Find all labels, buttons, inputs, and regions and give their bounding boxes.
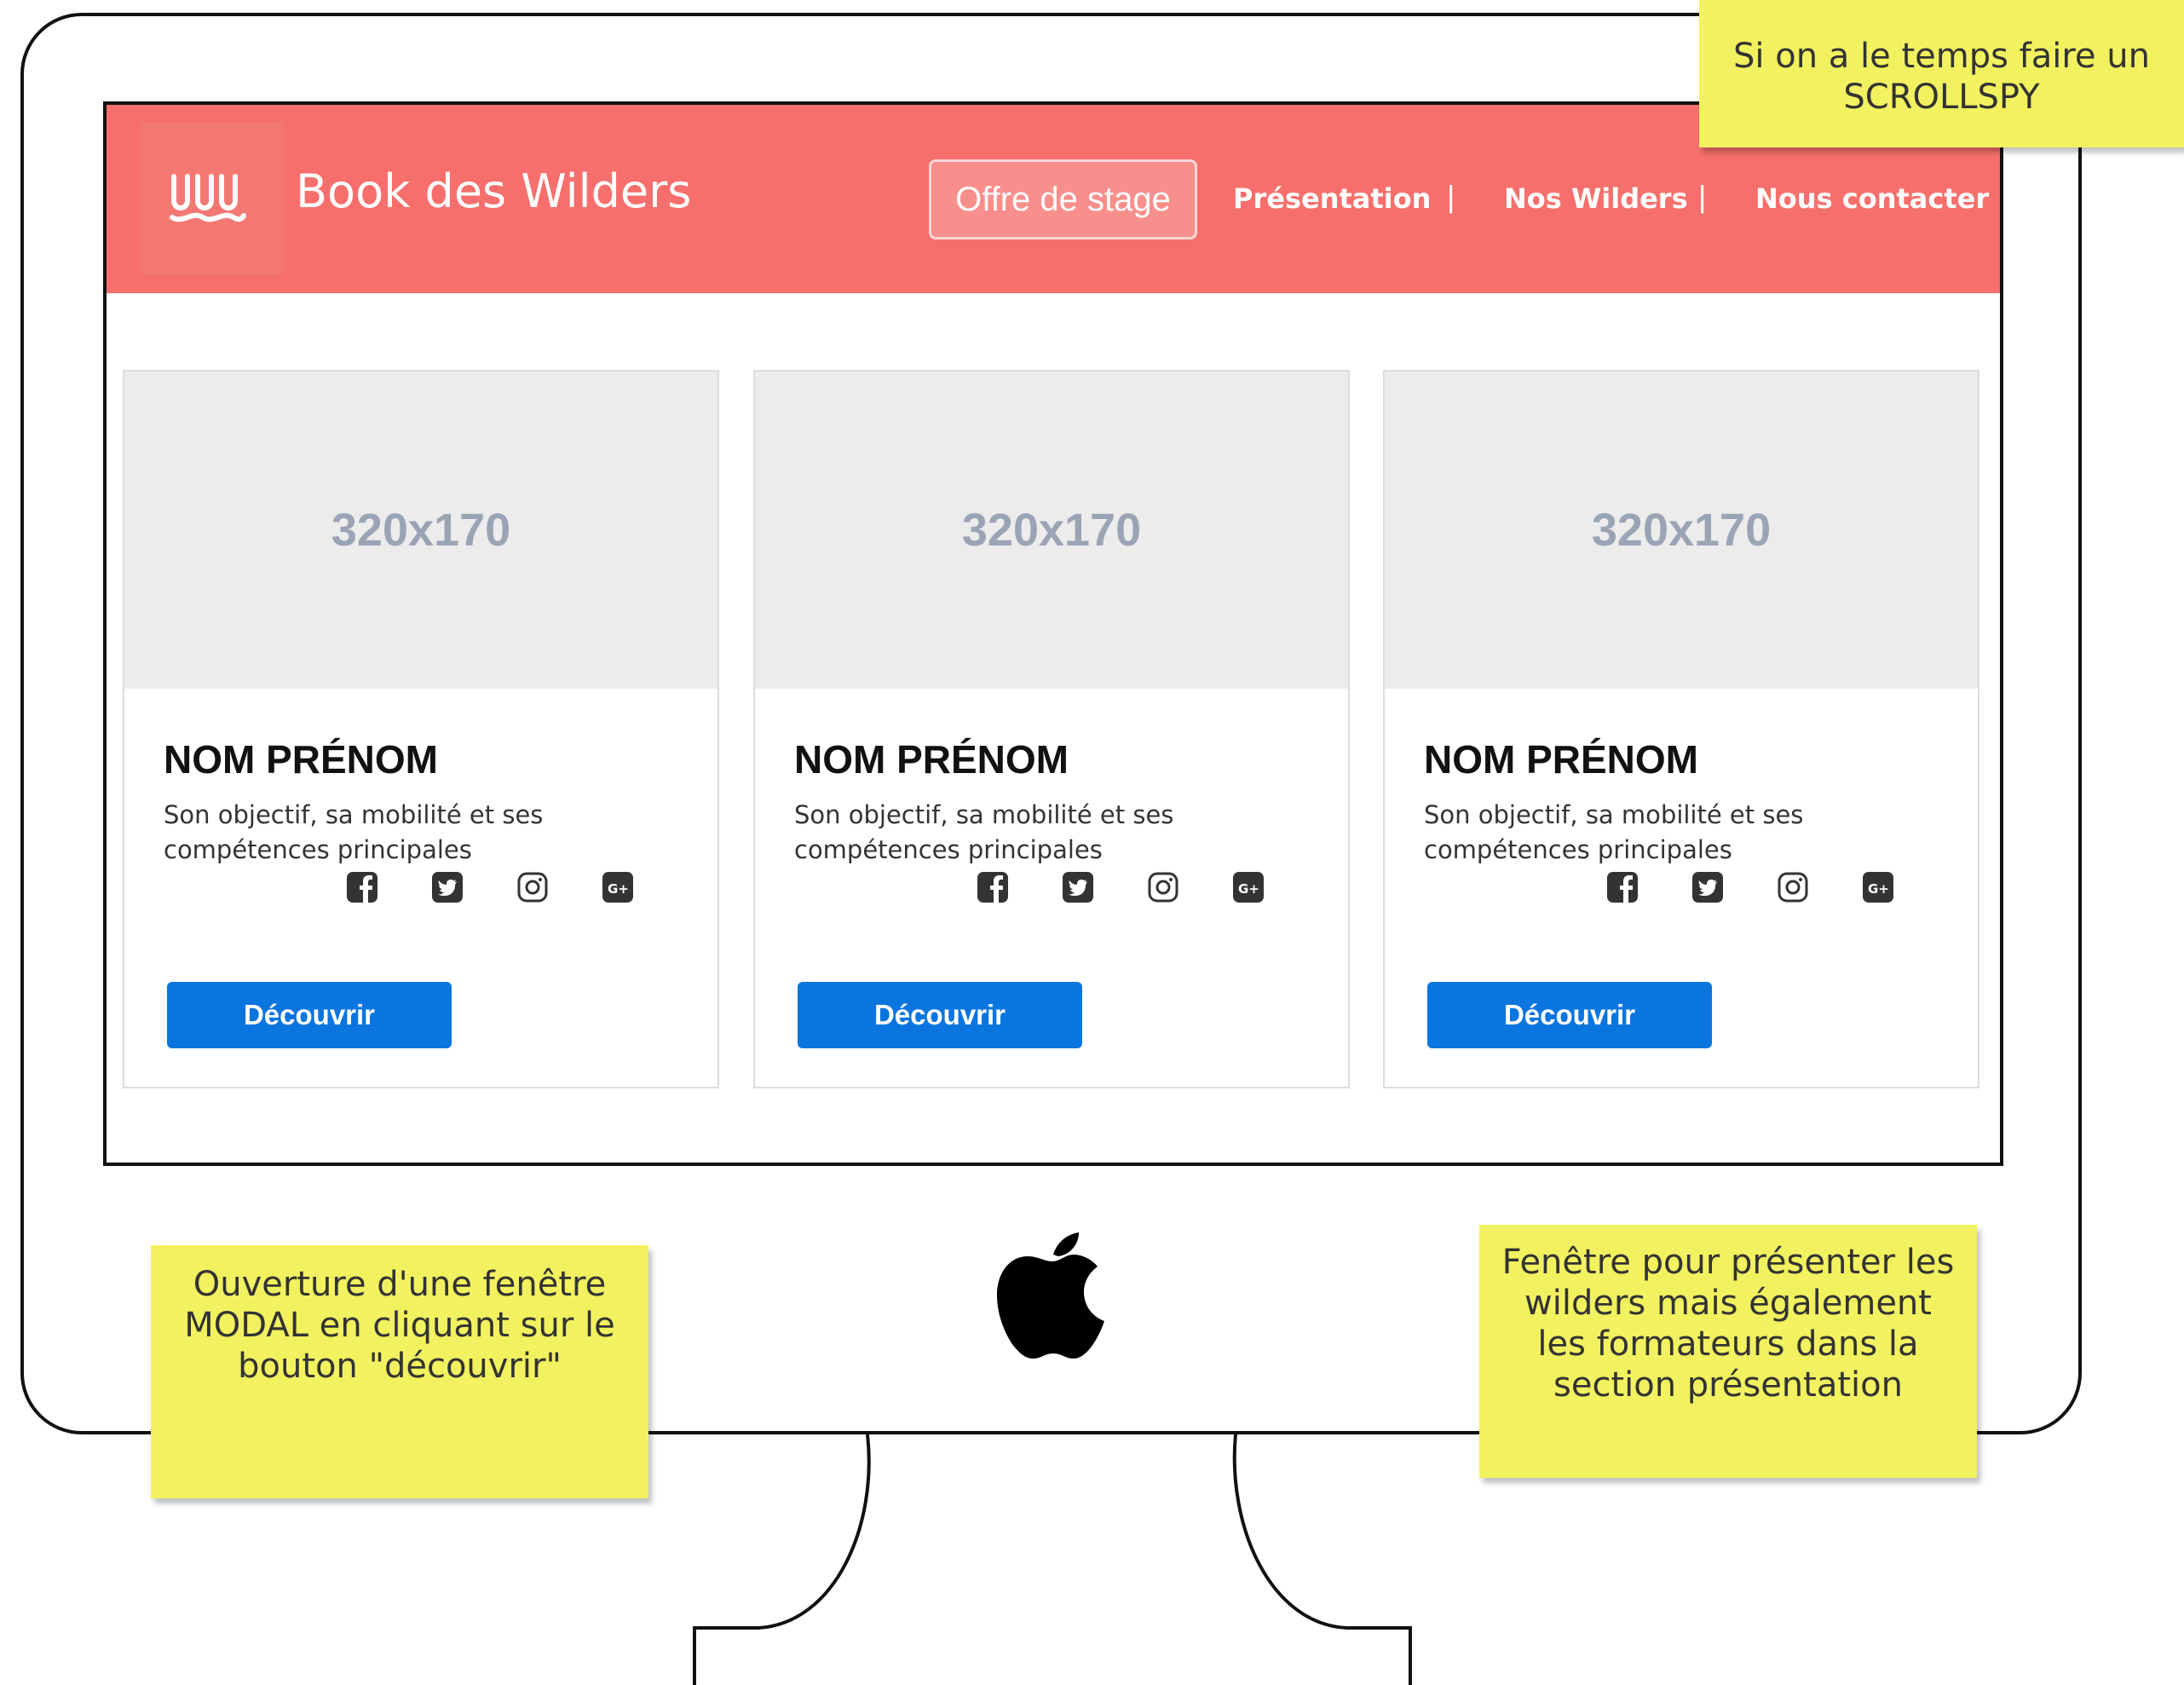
nav-separator: | xyxy=(1698,179,1707,214)
facebook-icon[interactable] xyxy=(977,871,1009,903)
note-line: Fenêtre pour présenter les xyxy=(1501,1243,1955,1282)
social-links: G+ xyxy=(977,871,1265,903)
brand-title[interactable]: Book des Wilders xyxy=(296,164,691,218)
note-line: MODAL en cliquant sur le xyxy=(184,1306,615,1345)
nav-separator: | xyxy=(1447,179,1455,214)
decouvrir-button[interactable]: Découvrir xyxy=(798,982,1082,1048)
note-line: Ouverture d'une fenêtre xyxy=(193,1265,607,1304)
note-line: Si on a le temps faire un xyxy=(1733,37,2150,76)
facebook-icon[interactable] xyxy=(346,871,378,903)
svg-text:G+: G+ xyxy=(1238,881,1259,897)
google-plus-icon[interactable]: G+ xyxy=(1862,871,1894,903)
decouvrir-button[interactable]: Découvrir xyxy=(167,982,452,1048)
wilder-card: 320x170 NOM PRÉNOM Son objectif, sa mobi… xyxy=(753,370,1350,1088)
sticky-note-presentation: Fenêtre pour présenter les wilders mais … xyxy=(1479,1225,1977,1478)
note-line: section présentation xyxy=(1553,1365,1903,1405)
instagram-icon[interactable] xyxy=(1777,871,1809,903)
google-plus-icon[interactable]: G+ xyxy=(1232,871,1265,903)
instagram-icon[interactable] xyxy=(516,871,549,903)
card-image-placeholder: 320x170 xyxy=(755,372,1348,689)
decouvrir-button[interactable]: Découvrir xyxy=(1427,982,1712,1048)
twitter-icon[interactable] xyxy=(1691,871,1724,903)
logo[interactable] xyxy=(141,122,284,274)
svg-text:G+: G+ xyxy=(1868,881,1889,897)
card-description: Son objectif, sa mobilité et ses compéte… xyxy=(1424,800,1804,864)
card-name: NOM PRÉNOM xyxy=(1424,737,1698,782)
wild-logo-icon xyxy=(170,174,246,222)
note-line: bouton "découvrir" xyxy=(238,1347,562,1386)
social-links: G+ xyxy=(346,871,634,903)
wilder-card: 320x170 NOM PRÉNOM Son objectif, sa mobi… xyxy=(123,370,719,1088)
nav-link-nous-contacter[interactable]: Nous contacter xyxy=(1755,182,1989,215)
card-description: Son objectif, sa mobilité et ses compéte… xyxy=(794,800,1174,864)
card-name: NOM PRÉNOM xyxy=(164,737,438,782)
wilder-card: 320x170 NOM PRÉNOM Son objectif, sa mobi… xyxy=(1383,370,1979,1088)
note-line: les formateurs dans la xyxy=(1537,1324,1919,1364)
twitter-icon[interactable] xyxy=(431,871,464,903)
facebook-icon[interactable] xyxy=(1606,871,1639,903)
instagram-icon[interactable] xyxy=(1147,871,1179,903)
website-screen: Book des Wilders Offre de stage Présenta… xyxy=(103,101,2003,1166)
note-line: wilders mais également xyxy=(1524,1284,1932,1323)
card-image-placeholder: 320x170 xyxy=(124,372,717,689)
note-line: SCROLLSPY xyxy=(1843,78,2040,117)
svg-text:G+: G+ xyxy=(608,881,629,897)
card-image-placeholder: 320x170 xyxy=(1385,372,1978,689)
card-name: NOM PRÉNOM xyxy=(794,737,1069,782)
nav-link-presentation[interactable]: Présentation xyxy=(1233,182,1431,215)
google-plus-icon[interactable]: G+ xyxy=(602,871,634,903)
nav-link-nos-wilders[interactable]: Nos Wilders xyxy=(1504,182,1688,215)
twitter-icon[interactable] xyxy=(1062,871,1094,903)
apple-logo-icon xyxy=(997,1232,1104,1359)
offre-de-stage-button[interactable]: Offre de stage xyxy=(929,159,1197,239)
sticky-note-modal: Ouverture d'une fenêtre MODAL en cliquan… xyxy=(151,1245,648,1498)
sticky-note-scrollspy: Si on a le temps faire un SCROLLSPY xyxy=(1699,0,2184,147)
social-links: G+ xyxy=(1606,871,1894,903)
card-description: Son objectif, sa mobilité et ses compéte… xyxy=(164,800,544,864)
